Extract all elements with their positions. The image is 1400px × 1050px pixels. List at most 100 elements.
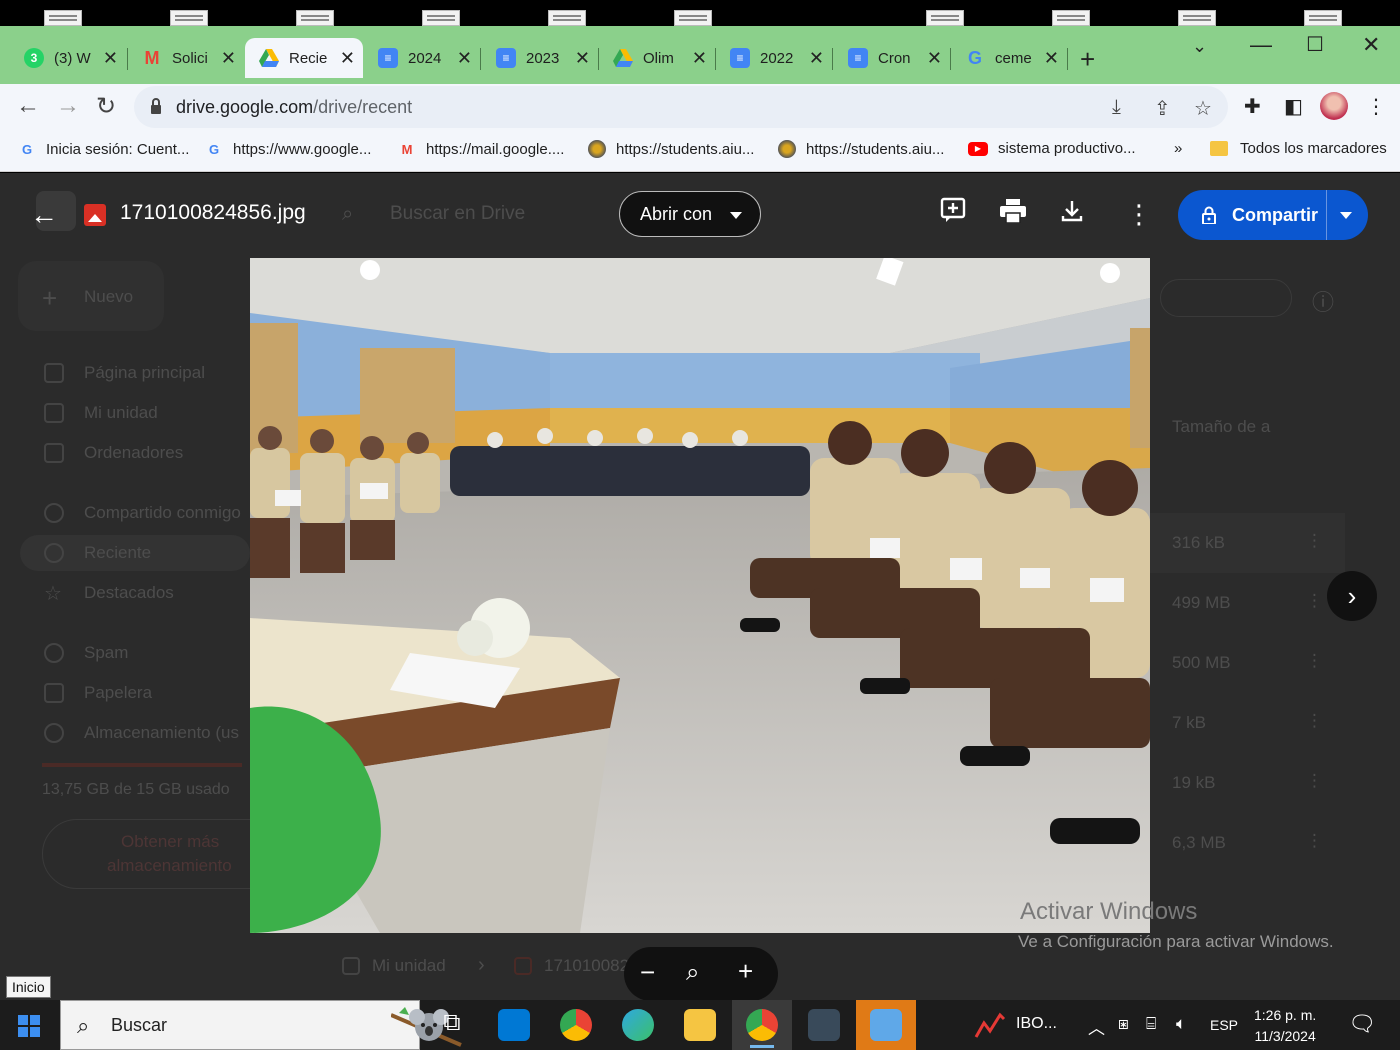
tab-docs-2023[interactable]: ≡ 2023 ✕: [482, 40, 598, 76]
download-icon[interactable]: [1060, 199, 1084, 230]
nav-item-shared[interactable]: Compartido conmigo: [84, 503, 241, 523]
tab-drive-olim[interactable]: Olim ✕: [599, 40, 715, 76]
more-icon[interactable]: ⋮: [1306, 771, 1323, 791]
more-icon[interactable]: ⋮: [1306, 531, 1323, 551]
tab-docs-2024[interactable]: ≡ 2024 ✕: [364, 40, 480, 76]
side-panel-icon[interactable]: ◧: [1284, 94, 1303, 119]
close-icon[interactable]: ✕: [927, 48, 942, 69]
nav-item-computers[interactable]: Ordenadores: [84, 443, 183, 463]
close-icon[interactable]: ✕: [809, 48, 824, 69]
desktop-file-icon[interactable]: [1052, 10, 1090, 26]
size-column-header[interactable]: Tamaño de a: [1172, 417, 1270, 437]
bookmark-item[interactable]: https://students.aiu...: [588, 140, 754, 158]
bookmark-item[interactable]: ▶ sistema productivo...: [968, 140, 1136, 157]
bookmarks-overflow-button[interactable]: »: [1174, 140, 1182, 157]
share-icon[interactable]: ⇪: [1154, 96, 1171, 121]
nav-item-starred[interactable]: Destacados: [84, 583, 174, 603]
desktop-file-icon[interactable]: [1178, 10, 1216, 26]
back-arrow-icon[interactable]: ←: [30, 199, 58, 231]
breadcrumb-file[interactable]: 171010082: [544, 956, 629, 976]
next-image-button[interactable]: ›: [1327, 571, 1377, 621]
desktop-file-icon[interactable]: [926, 10, 964, 26]
share-button[interactable]: Compartir: [1178, 190, 1368, 240]
contact-card-icon[interactable]: [870, 1009, 902, 1041]
address-bar[interactable]: drive.google.com/drive/recent ⤓ ⇪ ☆: [134, 86, 1228, 128]
back-button[interactable]: ←: [16, 92, 40, 120]
bookmark-star-icon[interactable]: ☆: [1194, 96, 1212, 121]
chevron-up-icon[interactable]: ︿: [1088, 1014, 1105, 1039]
caret-down-icon[interactable]: [1340, 212, 1352, 219]
nav-item-recent[interactable]: Reciente: [84, 543, 151, 563]
language-indicator[interactable]: ESP: [1210, 1017, 1238, 1033]
desktop-file-icon[interactable]: [548, 10, 586, 26]
tab-google-ceme[interactable]: G ceme ✕: [951, 40, 1067, 76]
desktop-file-icon[interactable]: [170, 10, 208, 26]
extensions-icon[interactable]: ✚: [1244, 94, 1261, 119]
close-icon[interactable]: ✕: [457, 48, 472, 69]
ibo-app-label[interactable]: IBO...: [1016, 1015, 1057, 1033]
desktop-file-icon[interactable]: [674, 10, 712, 26]
meet-now-icon[interactable]: ⧆: [1118, 1014, 1129, 1034]
install-app-icon[interactable]: ⤓: [1112, 96, 1121, 119]
more-icon[interactable]: ⋮: [1306, 591, 1323, 611]
close-icon[interactable]: ✕: [575, 48, 590, 69]
nav-item-home[interactable]: Página principal: [84, 363, 205, 383]
chrome-profile-icon[interactable]: [746, 1009, 778, 1048]
close-icon[interactable]: ✕: [1044, 48, 1059, 69]
close-icon[interactable]: ✕: [340, 48, 355, 69]
forward-button[interactable]: →: [56, 92, 80, 120]
close-icon[interactable]: ✕: [692, 48, 707, 69]
nav-item-storage[interactable]: Almacenamiento (us: [84, 723, 239, 743]
desktop-file-icon[interactable]: [422, 10, 460, 26]
nav-item-trash[interactable]: Papelera: [84, 683, 152, 703]
mail-icon[interactable]: [498, 1009, 530, 1041]
view-toggle[interactable]: [1160, 279, 1292, 317]
more-options-icon[interactable]: ⋮: [1126, 199, 1152, 230]
task-view-icon[interactable]: ⧉: [436, 1009, 468, 1041]
nav-item-spam[interactable]: Spam: [84, 643, 128, 663]
tab-search-chevron-icon[interactable]: ⌄: [1192, 36, 1207, 57]
open-with-button[interactable]: Abrir con: [619, 191, 761, 237]
bookmark-item[interactable]: G https://www.google...: [205, 140, 371, 158]
more-icon[interactable]: ⋮: [1306, 651, 1323, 671]
new-tab-button[interactable]: +: [1080, 44, 1095, 75]
chrome-icon[interactable]: [560, 1009, 592, 1041]
maximize-button[interactable]: ☐: [1306, 32, 1324, 57]
tab-whatsapp[interactable]: 3 (3) W ✕: [10, 40, 126, 76]
close-window-button[interactable]: ✕: [1362, 32, 1380, 58]
browser-menu-icon[interactable]: ⋮: [1366, 94, 1386, 119]
clock[interactable]: 1:26 p. m. 11/3/2024: [1254, 1005, 1316, 1047]
taskbar-search[interactable]: ⌕ Buscar: [60, 1000, 462, 1050]
info-icon[interactable]: ⓘ: [1312, 285, 1334, 317]
bookmark-item[interactable]: M https://mail.google....: [398, 140, 565, 158]
volume-icon[interactable]: 🔈︎: [1176, 1014, 1186, 1034]
more-icon[interactable]: ⋮: [1306, 711, 1323, 731]
network-icon[interactable]: ⌸: [1146, 1014, 1156, 1034]
new-button[interactable]: + Nuevo: [18, 261, 164, 331]
tab-drive-recent[interactable]: Recie ✕: [245, 38, 363, 78]
all-bookmarks-folder[interactable]: Todos los marcadores: [1210, 140, 1387, 157]
edge-icon[interactable]: [622, 1009, 654, 1041]
windows-start-icon[interactable]: [18, 1015, 40, 1037]
image-preview[interactable]: [250, 258, 1150, 933]
file-explorer-icon[interactable]: [684, 1009, 716, 1041]
bookmark-item[interactable]: G Inicia sesión: Cuent...: [18, 140, 189, 158]
notifications-icon[interactable]: 🗨︎: [1348, 1011, 1376, 1037]
app-icon[interactable]: [808, 1009, 840, 1041]
reload-button[interactable]: ↻: [96, 92, 116, 121]
tab-docs-2022[interactable]: ≡ 2022 ✕: [716, 40, 832, 76]
close-icon[interactable]: ✕: [221, 48, 236, 69]
minimize-button[interactable]: —: [1250, 32, 1272, 58]
more-icon[interactable]: ⋮: [1306, 831, 1323, 851]
tab-docs-cron[interactable]: ≡ Cron ✕: [834, 40, 950, 76]
add-comment-icon[interactable]: [940, 197, 966, 230]
nav-item-my-drive[interactable]: Mi unidad: [84, 403, 158, 423]
close-icon[interactable]: ✕: [103, 48, 118, 69]
breadcrumb-root[interactable]: Mi unidad: [372, 956, 446, 976]
zoom-icon[interactable]: ⌕: [686, 959, 699, 987]
bookmark-item[interactable]: https://students.aiu...: [778, 140, 944, 158]
desktop-file-icon[interactable]: [296, 10, 334, 26]
print-icon[interactable]: [1000, 199, 1026, 230]
zoom-out-button[interactable]: −: [640, 957, 655, 988]
avatar[interactable]: [1320, 92, 1348, 120]
